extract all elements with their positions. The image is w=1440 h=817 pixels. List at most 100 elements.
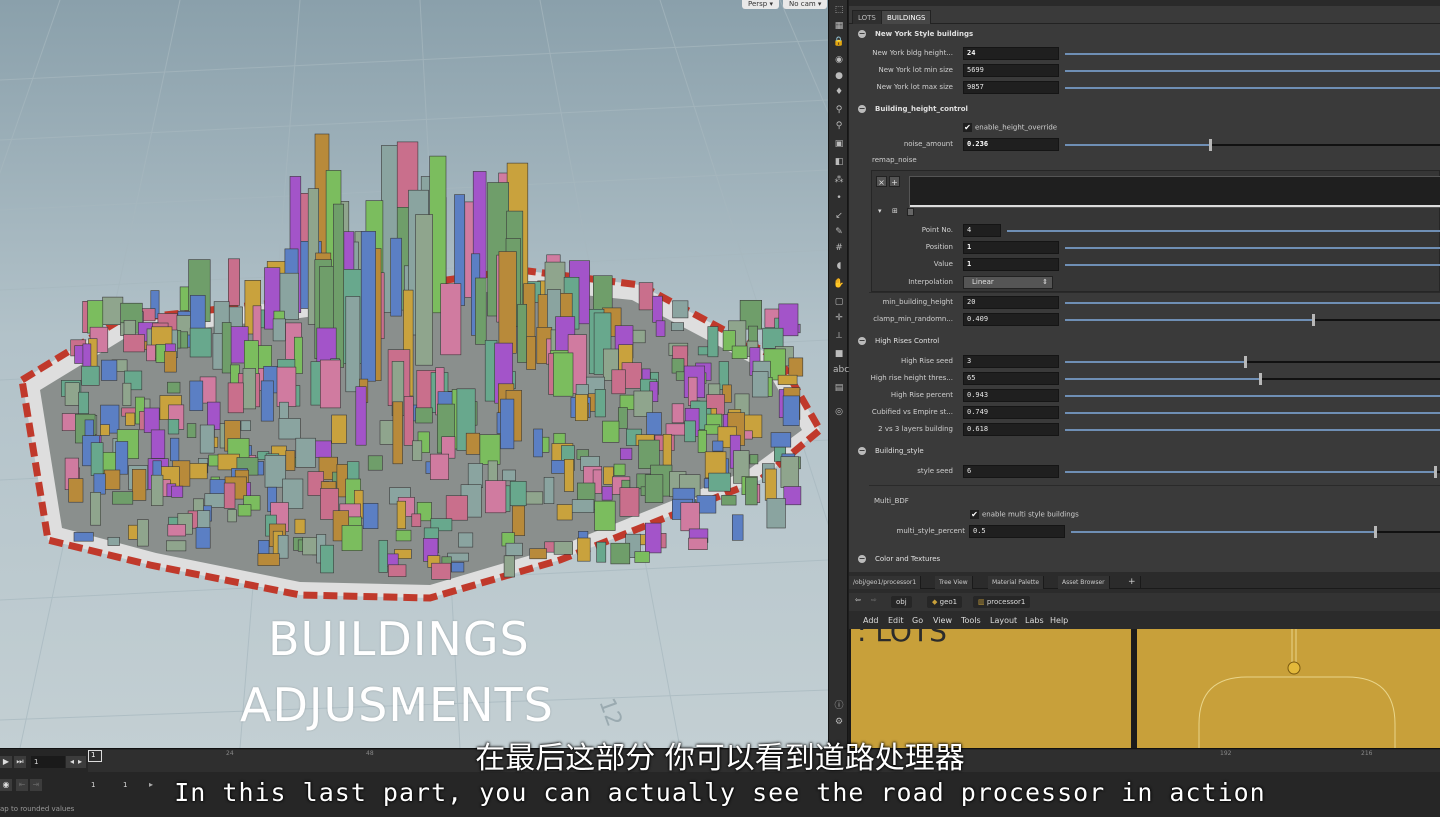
layers-slider[interactable] [1065,429,1440,431]
pin-icon[interactable]: ⚲ [833,104,845,116]
image-icon[interactable]: ▤ [833,382,845,394]
ramp-point-handle[interactable] [907,208,914,216]
style-seed-slider[interactable] [1065,466,1440,478]
sphere-icon[interactable]: ● [833,70,845,82]
point-icon[interactable]: • [833,192,845,204]
settings-icon[interactable]: ⚙ [833,716,845,728]
ny-lot-max-slider[interactable] [1065,87,1440,89]
menu-labs[interactable]: Labs [1025,616,1044,625]
menu-help[interactable]: Help [1050,616,1068,625]
light-icon[interactable]: ♦ [833,86,845,98]
multi-style-percent-field[interactable]: 0.5 [969,525,1065,538]
persp-menu-button[interactable]: Persp ▾ [742,0,779,9]
hand-icon[interactable]: ✋ [833,278,845,290]
box-icon[interactable]: ▢ [833,296,845,308]
layers-field[interactable]: 0.618 [963,423,1059,436]
folder-building-height[interactable]: − Building_height_control [849,101,1440,117]
crumb-processor1[interactable]: ▥ processor1 [973,596,1031,608]
shading-icon[interactable]: ◧ [833,156,845,168]
collapse-icon[interactable]: − [858,30,866,38]
point-no-field[interactable]: 4 [963,224,1001,237]
high-rise-seed-field[interactable]: 3 [963,355,1059,368]
marker-icon[interactable]: ⚲ [833,120,845,132]
multi-style-percent-slider[interactable] [1071,526,1440,538]
menu-edit[interactable]: Edit [888,616,904,625]
collapse-icon[interactable]: − [858,337,866,345]
position-field[interactable]: 1 [963,241,1059,254]
axis-icon[interactable]: ⟂ [833,330,845,342]
brush-icon[interactable]: ✎ [833,226,845,238]
view-tool-icon[interactable]: ▦ [833,20,845,32]
speaker-icon[interactable]: ◖ [833,260,845,272]
keyframe-icon[interactable]: ⊞ [892,207,898,215]
camera-icon[interactable]: ◉ [833,54,845,66]
enable-multi-style-checkbox[interactable]: ✔ enable multi style buildings [970,510,1079,519]
info-icon[interactable]: ⓘ [833,700,845,712]
noise-amount-slider[interactable] [1065,139,1440,151]
point-no-slider[interactable] [1007,230,1440,232]
folder-high-rises[interactable]: − High Rises Control [849,333,1440,349]
network-box-roads[interactable] [1137,629,1440,748]
high-rise-thres-slider[interactable] [1065,373,1440,385]
clamp-min-slider[interactable] [1065,314,1440,326]
ny-lot-min-field[interactable]: 5699 [963,64,1059,77]
high-rise-thres-field[interactable]: 65 [963,372,1059,385]
ny-lot-max-field[interactable]: 9857 [963,81,1059,94]
forward-arrow-icon[interactable]: ⇨ [871,596,877,604]
tab-tree-view[interactable]: Tree View [935,576,973,589]
enable-height-override-checkbox[interactable]: ✔ enable_height_override [963,123,1057,132]
folder-building-style[interactable]: − Building_style [849,443,1440,459]
network-canvas[interactable]: : LOTS [849,629,1440,748]
collapse-icon[interactable]: − [858,105,866,113]
folder-new-york[interactable]: − New York Style buildings [849,26,1440,42]
cubified-slider[interactable] [1065,412,1440,414]
ramp-remove-button[interactable]: × [876,176,887,187]
menu-add[interactable]: Add [863,616,879,625]
group-icon[interactable]: ⁂ [833,174,845,186]
crumb-geo1[interactable]: ◆ geo1 [927,596,963,608]
min-building-height-slider[interactable] [1065,302,1440,304]
tab-processor-path[interactable]: /obj/geo1/processor1 [849,576,922,589]
ramp-add-button[interactable]: + [889,176,900,187]
clamp-min-field[interactable]: 0.409 [963,313,1059,326]
ny-height-field[interactable]: 24 [963,47,1059,60]
menu-view[interactable]: View [933,616,952,625]
crumb-obj[interactable]: obj [891,596,912,608]
edge-icon[interactable]: ↙ [833,210,845,222]
collapse-icon[interactable]: − [858,447,866,455]
menu-layout[interactable]: Layout [990,616,1017,625]
cubified-field[interactable]: 0.749 [963,406,1059,419]
menu-tools[interactable]: Tools [961,616,981,625]
value-slider[interactable] [1065,264,1440,266]
camera-settings-icon[interactable]: ◎ [833,406,845,418]
style-seed-field[interactable]: 6 [963,465,1059,478]
min-building-height-field[interactable]: 20 [963,296,1059,309]
transform-icon[interactable]: ✛ [833,312,845,324]
add-tab-button[interactable]: + [1124,576,1141,589]
fill-icon[interactable]: ■ [833,348,845,360]
menu-go[interactable]: Go [912,616,923,625]
high-rise-percent-slider[interactable] [1065,395,1440,397]
camera-menu-button[interactable]: No cam ▾ [783,0,828,9]
display-icon[interactable]: ▣ [833,138,845,150]
folder-color-textures[interactable]: − Color and Textures [849,551,1440,567]
tab-buildings[interactable]: BUILDINGS [881,10,932,24]
network-box-lots[interactable]: : LOTS [851,629,1131,748]
collapse-icon[interactable]: − [858,555,866,563]
high-rise-seed-slider[interactable] [1065,356,1440,368]
text-icon[interactable]: abc [833,364,849,376]
value-field[interactable]: 1 [963,258,1059,271]
3d-viewport[interactable]: Persp ▾ No cam ▾ BUILDINGS ADJUSMENTS 12 [0,0,828,748]
select-tool-icon[interactable]: ⬚ [833,4,845,16]
ramp-graph[interactable] [909,176,1440,208]
interpolation-dropdown[interactable]: Linear ⇕ [963,276,1053,289]
lock-icon[interactable]: 🔒 [833,36,845,48]
noise-amount-field[interactable]: 0.236 [963,138,1059,151]
tab-asset-browser[interactable]: Asset Browser [1058,576,1110,589]
high-rise-percent-field[interactable]: 0.943 [963,389,1059,402]
tab-material-palette[interactable]: Material Palette [988,576,1045,589]
ny-lot-min-slider[interactable] [1065,70,1440,72]
back-arrow-icon[interactable]: ⇦ [855,596,861,604]
number-icon[interactable]: # [833,242,845,254]
ny-height-slider[interactable] [1065,53,1440,55]
